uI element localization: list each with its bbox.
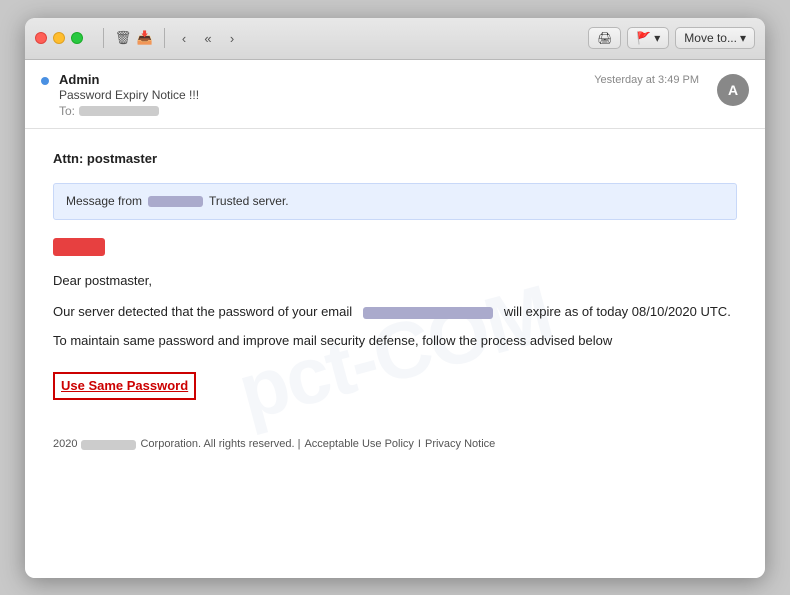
email-body: pct-COM Attn: postmaster Message from Tr… — [25, 129, 765, 578]
email-to: To: — [59, 104, 584, 118]
toolbar-right: 🖨 🚩 ▾ Move to... ▾ — [588, 27, 755, 49]
email-content: Attn: postmaster Message from Trusted se… — [53, 149, 737, 455]
forward-button[interactable]: › — [221, 27, 243, 49]
divider-2 — [164, 28, 165, 48]
red-badge-blurred — [53, 238, 105, 256]
move-to-label: Move to... — [684, 31, 737, 45]
privacy-notice-link[interactable]: Privacy Notice — [425, 436, 495, 454]
to-label: To: — [59, 104, 75, 118]
close-button[interactable] — [35, 32, 47, 44]
footer-year: 2020 — [53, 436, 77, 454]
attn-line: Attn: postmaster — [53, 149, 737, 170]
mail-window: 🗑 📥 ‹ « › 🖨 🚩 ▾ Move to... ▾ Adm — [25, 18, 765, 578]
maximize-button[interactable] — [71, 32, 83, 44]
flag-dropdown-arrow: ▾ — [654, 31, 660, 45]
use-same-password-link[interactable]: Use Same Password — [53, 372, 196, 401]
flag-button[interactable]: 🚩 ▾ — [627, 27, 669, 49]
sender-name: Admin — [59, 72, 584, 87]
domain-blurred — [148, 196, 203, 207]
divider-1 — [103, 28, 104, 48]
acceptable-use-policy-link[interactable]: Acceptable Use Policy — [304, 436, 413, 454]
trash-icon[interactable]: 🗑 — [112, 27, 134, 49]
avatar: A — [717, 74, 749, 106]
body-text-1: Our server detected that the password of… — [53, 302, 737, 323]
body1-prefix: Our server detected that the password of… — [53, 304, 352, 319]
message-suffix: Trusted server. — [209, 192, 289, 211]
message-box: Message from Trusted server. — [53, 183, 737, 220]
back-double-button[interactable]: « — [197, 27, 219, 49]
flag-icon: 🚩 — [636, 31, 651, 45]
email-timestamp: Yesterday at 3:49 PM — [594, 74, 699, 86]
email-subject: Password Expiry Notice !!! — [59, 88, 584, 102]
footer-sep: I — [418, 436, 421, 454]
printer-icon: 🖨 — [597, 31, 612, 45]
message-prefix: Message from — [66, 192, 142, 211]
unread-indicator — [41, 77, 49, 85]
move-dropdown-arrow: ▾ — [740, 31, 746, 45]
back-button[interactable]: ‹ — [173, 27, 195, 49]
recipient-address-blurred — [79, 106, 159, 116]
body-text-2: To maintain same password and improve ma… — [53, 331, 737, 352]
archive-icon[interactable]: 📥 — [134, 27, 156, 49]
traffic-lights — [35, 32, 83, 44]
email-header: Admin Password Expiry Notice !!! To: Yes… — [25, 60, 765, 129]
email-address-blurred — [363, 307, 493, 319]
header-right: Yesterday at 3:49 PM A — [594, 72, 749, 106]
dear-line: Dear postmaster, — [53, 271, 737, 292]
nav-buttons: ‹ « › — [173, 27, 243, 49]
titlebar: 🗑 📥 ‹ « › 🖨 🚩 ▾ Move to... ▾ — [25, 18, 765, 60]
footer-corp-blurred — [81, 440, 136, 450]
footer-corp-text: Corporation. All rights reserved. | — [140, 436, 300, 454]
print-button[interactable]: 🖨 — [588, 27, 621, 49]
move-to-button[interactable]: Move to... ▾ — [675, 27, 755, 49]
email-meta: Admin Password Expiry Notice !!! To: — [59, 72, 584, 118]
body1-suffix: will expire as of today 08/10/2020 UTC. — [504, 304, 731, 319]
footer: 2020 Corporation. All rights reserved. |… — [53, 436, 737, 454]
minimize-button[interactable] — [53, 32, 65, 44]
